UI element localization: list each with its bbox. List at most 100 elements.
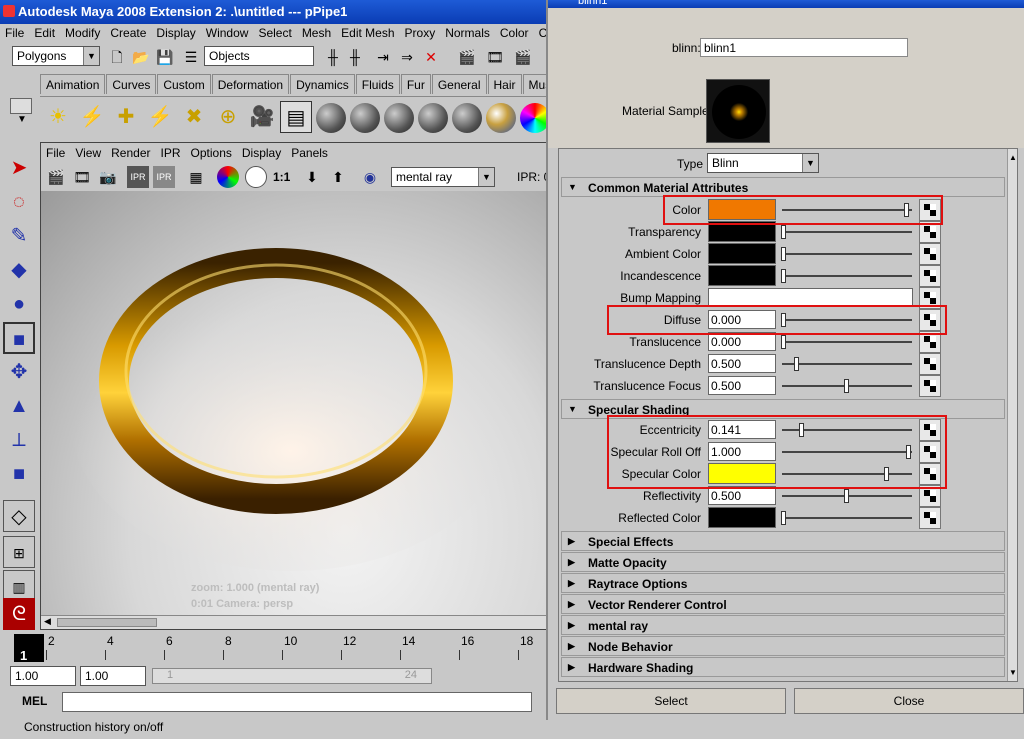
refresh-ipr-icon[interactable]: IPR <box>153 166 175 188</box>
section-collapsed[interactable]: ▶ Hardware Shading <box>561 657 1005 677</box>
menu-item[interactable]: Modify <box>60 24 105 40</box>
map-texture-icon[interactable] <box>919 375 941 397</box>
hypershade-icon[interactable]: ▤ <box>280 101 312 133</box>
scale-tool-icon[interactable]: ■ <box>3 322 35 354</box>
section-collapsed[interactable]: ▶ Special Effects <box>561 531 1005 551</box>
shelf-tab[interactable]: Dynamics <box>290 74 355 94</box>
select-tool-icon[interactable]: ➤ <box>3 152 35 184</box>
range-start-field[interactable]: 1.00 <box>10 666 76 686</box>
hierarchy-mode-icon[interactable]: ╫ <box>322 46 344 68</box>
material-sphere-icon[interactable] <box>384 103 414 133</box>
current-frame-marker[interactable]: 1 <box>14 634 44 663</box>
render-region-icon[interactable]: 🎞 <box>71 166 93 188</box>
section-common-material-attributes[interactable]: ▼ Common Material Attributes <box>561 177 1005 197</box>
selection-mode-field[interactable]: Objects <box>204 46 314 66</box>
panel-menu-item[interactable]: Panels <box>286 143 333 160</box>
remove-image-icon[interactable]: ⬆ <box>327 166 349 188</box>
map-texture-icon[interactable] <box>919 243 941 265</box>
menu-item[interactable]: Display <box>151 24 200 40</box>
menu-item[interactable]: Proxy <box>400 24 441 40</box>
light-icon[interactable]: ☀ <box>42 101 74 133</box>
shelf-tab[interactable]: Custom <box>157 74 211 94</box>
spot-light-icon[interactable]: ⚡ <box>76 101 108 133</box>
slider-thumb[interactable] <box>781 225 786 239</box>
section-collapsed[interactable]: ▶ Raytrace Options <box>561 573 1005 593</box>
attribute-value-field[interactable]: 0.500 <box>708 376 776 395</box>
slider-thumb[interactable] <box>781 269 786 283</box>
lasso-tool-icon[interactable]: ◌ <box>3 186 35 218</box>
command-language-label[interactable]: MEL <box>22 694 47 708</box>
render-image[interactable]: zoom: 1.000 (mental ray) 0:01 Camera: pe… <box>41 191 547 615</box>
command-input[interactable] <box>62 692 532 712</box>
keep-image-icon[interactable]: ⬇ <box>301 166 323 188</box>
render-settings-icon[interactable]: 🎬 <box>512 46 534 68</box>
horizontal-scrollbar[interactable]: ◀ <box>41 615 547 629</box>
material-sphere-icon[interactable] <box>316 103 346 133</box>
real-size-label[interactable]: 1:1 <box>273 170 290 184</box>
vertical-scrollbar[interactable]: ▲ ▼ <box>1007 149 1017 681</box>
texture-sphere-icon[interactable] <box>486 103 516 133</box>
time-slider[interactable]: 1 2 4 6 8 10 12 14 16 18 <box>0 630 548 664</box>
save-scene-icon[interactable]: 💾 <box>154 46 176 68</box>
show-manipulator-icon[interactable]: ⟂ <box>3 424 35 456</box>
attribute-slider[interactable] <box>782 517 912 519</box>
color-swatch[interactable] <box>708 265 776 286</box>
display-icon[interactable]: ◉ <box>359 166 381 188</box>
panel-menu-item[interactable]: Render <box>106 143 155 160</box>
section-collapsed[interactable]: ▶ Matte Opacity <box>561 552 1005 572</box>
node-name-field[interactable]: blinn1 <box>700 38 908 57</box>
panel-menu-item[interactable]: Display <box>237 143 286 160</box>
panel-menu-item[interactable]: View <box>70 143 106 160</box>
rgb-channels-icon[interactable] <box>217 166 239 188</box>
render-settings-icon[interactable]: ▦ <box>185 166 207 188</box>
range-end-field[interactable]: 1.00 <box>80 666 146 686</box>
section-collapsed[interactable]: ▶ Vector Renderer Control <box>561 594 1005 614</box>
directional-light-icon[interactable]: ⚡ <box>144 101 176 133</box>
menu-item[interactable]: Edit Mesh <box>336 24 399 40</box>
camera-icon[interactable]: 🎥 <box>246 101 278 133</box>
menu-item[interactable]: Edit <box>29 24 60 40</box>
attribute-slider[interactable] <box>782 275 912 277</box>
slider-thumb[interactable] <box>781 511 786 525</box>
shelf-tab[interactable]: Fur <box>400 74 431 94</box>
snap-curve-icon[interactable]: ⇒ <box>396 46 418 68</box>
material-sphere-icon[interactable] <box>418 103 448 133</box>
point-light-icon[interactable]: ✚ <box>110 101 142 133</box>
map-texture-icon[interactable] <box>919 265 941 287</box>
shelf-tab[interactable]: Muscle <box>522 74 548 94</box>
shelf-tab[interactable]: Deformation <box>211 74 290 94</box>
menu-set-dropdown[interactable]: Polygons ▼ <box>12 46 100 66</box>
alpha-channel-icon[interactable] <box>245 166 267 188</box>
paint-select-icon[interactable]: ✎ <box>3 220 35 252</box>
universal-manipulator-icon[interactable]: ✥ <box>3 356 35 388</box>
open-scene-icon[interactable]: 📂 <box>130 46 152 68</box>
scroll-left-icon[interactable]: ◀ <box>44 616 51 627</box>
shelf-tab[interactable]: General <box>431 74 487 94</box>
material-sphere-icon[interactable] <box>350 103 380 133</box>
last-tool-icon[interactable]: ■ <box>3 458 35 490</box>
panel-menu-item[interactable]: Options <box>186 143 237 160</box>
material-sphere-icon[interactable] <box>452 103 482 133</box>
attribute-slider[interactable] <box>782 341 912 343</box>
area-light-icon[interactable]: ✖ <box>178 101 210 133</box>
panel-menu-item[interactable]: IPR <box>156 143 186 160</box>
shelf-tab[interactable]: Hair <box>487 74 522 94</box>
scrollbar-thumb[interactable] <box>57 618 157 627</box>
attribute-value-field[interactable]: 0.500 <box>708 354 776 373</box>
slider-thumb[interactable] <box>844 379 849 393</box>
section-collapsed[interactable]: ▶ mental ray <box>561 615 1005 635</box>
construction-history-icon[interactable]: ✕ <box>420 46 442 68</box>
single-perspective-layout-icon[interactable]: ◇ <box>3 500 35 532</box>
attribute-slider[interactable] <box>782 231 912 233</box>
shelf-menu-icon[interactable]: ▼ <box>10 98 34 138</box>
redo-render-icon[interactable]: 🎬 <box>45 166 67 188</box>
ipr-render-icon[interactable]: 🎞 <box>484 46 506 68</box>
slider-thumb[interactable] <box>844 489 849 503</box>
type-dropdown[interactable]: Blinn ▼ <box>707 153 819 173</box>
menu-item[interactable]: Window <box>201 24 254 40</box>
slider-thumb[interactable] <box>781 247 786 261</box>
scroll-up-icon[interactable]: ▲ <box>1009 153 1017 162</box>
map-texture-icon[interactable] <box>919 353 941 375</box>
map-texture-icon[interactable] <box>919 507 941 529</box>
range-slider-bar[interactable]: 1 24 <box>152 668 432 684</box>
